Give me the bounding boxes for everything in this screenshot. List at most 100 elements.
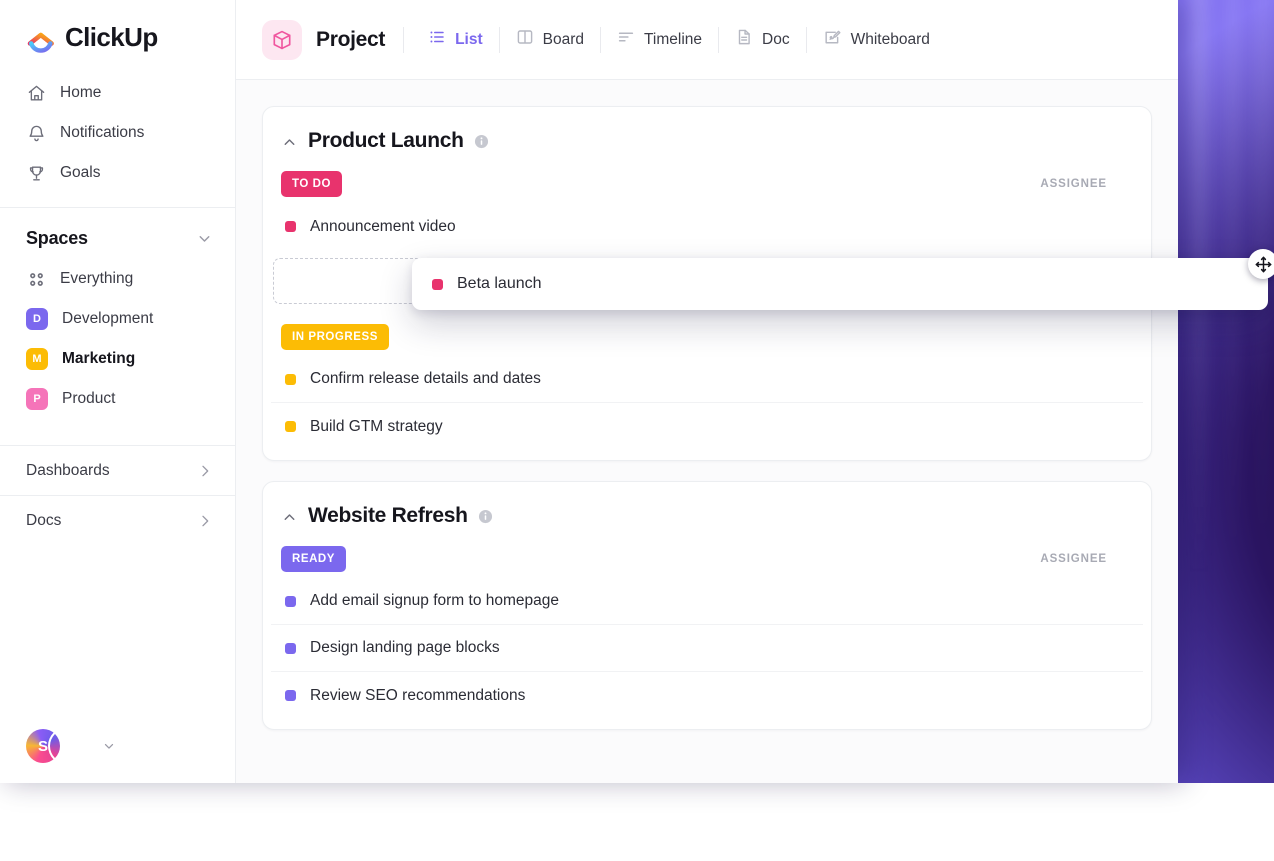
group-header[interactable]: Product Launch	[263, 123, 1151, 157]
sidebar-item-home[interactable]: Home	[12, 73, 223, 113]
assignee-column-header: ASSIGNEE	[1040, 178, 1125, 190]
sidebar-item-label: Marketing	[62, 350, 135, 368]
status-row-in-progress: IN PROGRESS	[263, 306, 1151, 350]
chevron-up-icon[interactable]	[281, 134, 298, 151]
list-icon	[428, 28, 446, 51]
table-row[interactable]: Review SEO recommendations	[271, 672, 1143, 719]
trophy-icon	[26, 163, 46, 183]
group-header[interactable]: Website Refresh	[263, 498, 1151, 532]
status-row-todo: TO DO ASSIGNEE	[263, 157, 1151, 197]
tab-timeline[interactable]: Timeline	[601, 19, 718, 61]
status-dot	[285, 643, 296, 654]
board-icon	[516, 28, 534, 51]
info-icon[interactable]	[474, 134, 489, 149]
avatar[interactable]	[50, 729, 84, 763]
spaces-section-header[interactable]: Spaces	[0, 208, 235, 259]
timeline-icon	[617, 28, 635, 51]
sidebar-item-development[interactable]: D Development	[12, 299, 223, 339]
main-area: Project List Board	[236, 0, 1178, 783]
drag-preview-card[interactable]: Beta launch	[412, 258, 1268, 310]
space-avatar-product: P	[26, 388, 48, 410]
grid-dots-icon	[26, 269, 46, 289]
status-dot	[285, 690, 296, 701]
task-name: Review SEO recommendations	[310, 687, 1083, 705]
user-account-bar[interactable]: S	[0, 709, 235, 783]
tab-list[interactable]: List	[412, 19, 499, 61]
chevron-down-icon[interactable]	[196, 230, 213, 247]
divider	[403, 27, 404, 53]
task-name: Add email signup form to homepage	[310, 592, 1083, 610]
status-dot	[285, 221, 296, 232]
tab-label: Doc	[762, 31, 790, 49]
tab-label: Whiteboard	[851, 31, 930, 49]
task-name: Build GTM strategy	[310, 418, 1083, 436]
task-list-ready: Add email signup form to homepage	[263, 572, 1151, 719]
home-icon	[26, 83, 46, 103]
sidebar-item-label: Product	[62, 390, 115, 408]
table-row[interactable]: Confirm release details and dates	[271, 356, 1143, 403]
task-name: Beta launch	[457, 275, 1220, 293]
space-avatar-marketing: M	[26, 348, 48, 370]
sidebar-item-goals[interactable]: Goals	[12, 153, 223, 193]
tab-label: List	[455, 31, 483, 49]
tab-label: Timeline	[644, 31, 702, 49]
task-name: Design landing page blocks	[310, 639, 1083, 657]
table-row[interactable]: Design landing page blocks	[271, 625, 1143, 672]
sidebar-item-label: Docs	[26, 512, 61, 530]
sidebar: ClickUp Home Notifications	[0, 0, 236, 783]
spaces-title: Spaces	[26, 228, 88, 249]
sidebar-item-label: Notifications	[60, 124, 144, 142]
task-list-todo: Announcement video	[263, 197, 1151, 250]
clickup-logo-icon	[26, 23, 56, 53]
avatar[interactable]	[1083, 681, 1113, 711]
info-icon[interactable]	[478, 509, 493, 524]
task-name: Confirm release details and dates	[310, 370, 1083, 388]
space-avatar-development: D	[26, 308, 48, 330]
chevron-down-icon[interactable]	[102, 739, 116, 753]
cube-icon	[262, 20, 302, 60]
tab-label: Board	[543, 31, 584, 49]
avatar[interactable]	[1083, 586, 1113, 616]
status-dot	[285, 421, 296, 432]
status-badge[interactable]: READY	[281, 546, 346, 572]
table-row[interactable]: Add email signup form to homepage	[271, 578, 1143, 625]
sidebar-item-dashboards[interactable]: Dashboards	[0, 445, 235, 495]
clickup-app-window: ClickUp Home Notifications	[0, 0, 1178, 783]
task-list-in-progress: Confirm release details and dates	[263, 350, 1151, 450]
table-row[interactable]: Announcement video	[271, 203, 1143, 250]
page-title: Project	[316, 28, 385, 52]
chevron-up-icon[interactable]	[281, 509, 298, 526]
assignee-column-header: ASSIGNEE	[1040, 553, 1125, 565]
tab-doc[interactable]: Doc	[719, 19, 806, 61]
status-dot	[285, 374, 296, 385]
sidebar-item-label: Goals	[60, 164, 101, 182]
avatar-stack: S	[26, 729, 88, 763]
sidebar-item-label: Home	[60, 84, 101, 102]
group-title: Product Launch	[308, 129, 464, 153]
primary-nav: Home Notifications Goals	[0, 67, 235, 193]
brand-name: ClickUp	[65, 22, 158, 53]
sidebar-item-everything[interactable]: Everything	[12, 259, 223, 299]
avatar[interactable]	[1083, 633, 1113, 663]
spaces-list: Everything D Development M Marketing P P…	[0, 259, 235, 419]
task-list-canvas: Product Launch TO DO ASSIGNEE Announceme…	[236, 80, 1178, 783]
sidebar-item-notifications[interactable]: Notifications	[12, 113, 223, 153]
sidebar-item-marketing[interactable]: M Marketing	[12, 339, 223, 379]
brand-logo[interactable]: ClickUp	[0, 0, 235, 67]
table-row[interactable]: Build GTM strategy	[271, 403, 1143, 450]
doc-icon	[735, 28, 753, 51]
tab-whiteboard[interactable]: Whiteboard	[807, 19, 946, 61]
sidebar-item-docs[interactable]: Docs	[0, 495, 235, 545]
bell-icon	[26, 123, 46, 143]
status-badge[interactable]: TO DO	[281, 171, 342, 197]
task-name: Announcement video	[310, 218, 1083, 236]
topbar: Project List Board	[236, 0, 1178, 80]
sidebar-item-product[interactable]: P Product	[12, 379, 223, 419]
status-badge[interactable]: IN PROGRESS	[281, 324, 389, 350]
whiteboard-icon	[823, 28, 842, 52]
avatar[interactable]	[1083, 212, 1113, 242]
tab-board[interactable]: Board	[500, 19, 600, 61]
chevron-right-icon	[197, 463, 213, 479]
avatar[interactable]	[1083, 412, 1113, 442]
avatar[interactable]	[1083, 364, 1113, 394]
